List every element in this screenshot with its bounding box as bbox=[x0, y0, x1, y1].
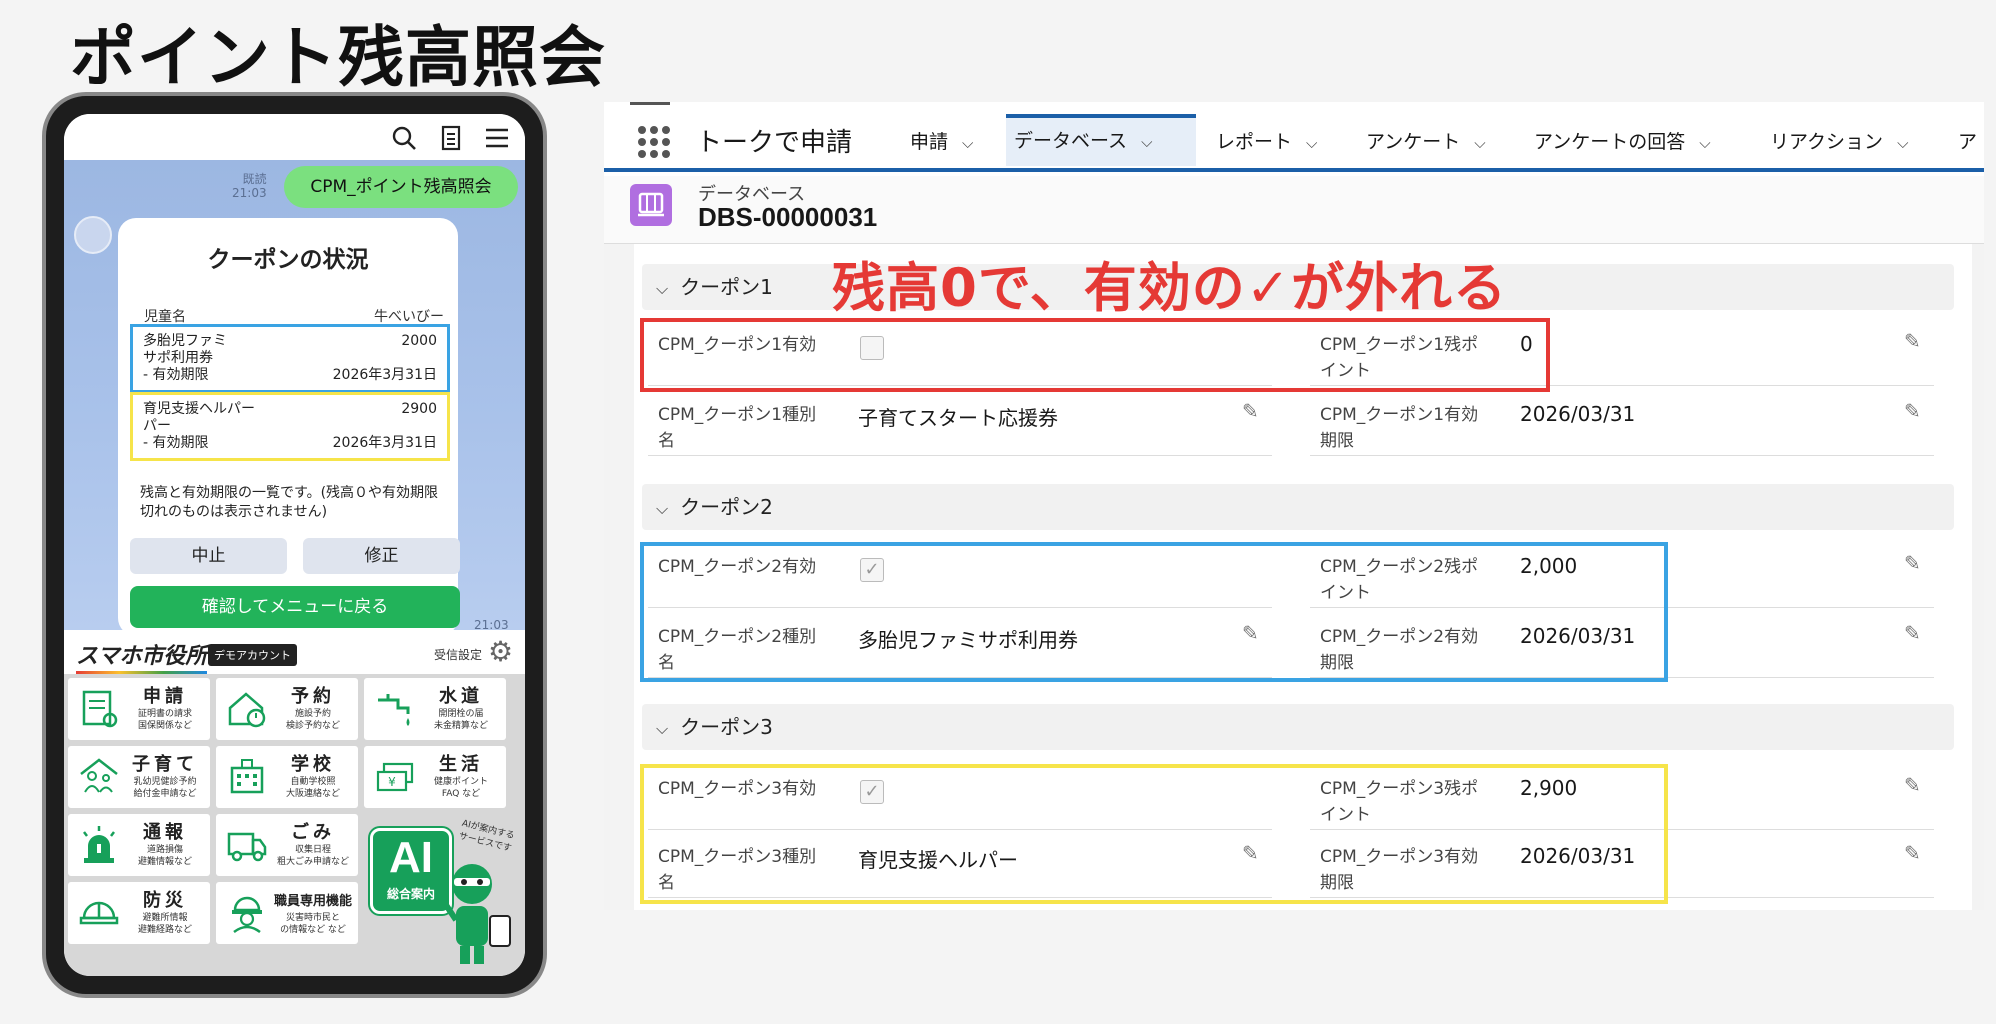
field-coupon2-balance: CPM_クーポン2残ポイント 2,000 ✎ bbox=[1310, 544, 1934, 608]
confirm-return-button[interactable]: 確認してメニューに戻る bbox=[130, 586, 460, 628]
receive-settings-label[interactable]: 受信設定 bbox=[434, 646, 482, 663]
nav-tab-survey-responses[interactable]: アンケートの回答 ⌵ bbox=[1526, 116, 1719, 168]
record-header: データベース DBS-00000031 bbox=[604, 176, 1984, 244]
read-timestamp: 既読 21:03 bbox=[232, 172, 267, 200]
field-coupon1-active: CPM_クーポン1有効 bbox=[648, 322, 1272, 386]
edit-pencil-icon[interactable]: ✎ bbox=[1904, 400, 1926, 422]
chevron-down-icon: ⌵ bbox=[1474, 134, 1486, 152]
field-coupon3-balance: CPM_クーポン3残ポイント 2,900 ✎ bbox=[1310, 766, 1934, 830]
smartphone-frame: 既読 21:03 CPM_ポイント残高照会 クーポンの状況 児童名 牛べいびー 多… bbox=[42, 92, 547, 998]
ai-guide-caption: AIが案内する サービスです bbox=[457, 818, 516, 855]
edit-pencil-icon[interactable]: ✎ bbox=[1242, 622, 1264, 644]
menu-tile-childcare[interactable]: 子育て 乳幼児健診予約 給付金申請など bbox=[68, 746, 210, 808]
ai-guide-tile[interactable]: AI 総合案内 AIが案内する サービスです bbox=[370, 810, 520, 970]
chevron-down-icon: ⌵ bbox=[1141, 133, 1153, 151]
nav-tab-reaction[interactable]: リアクション ⌵ bbox=[1762, 116, 1916, 168]
demo-account-badge: デモアカウント bbox=[208, 644, 297, 666]
field-coupon2-expiry: CPM_クーポン2有効期限 2026/03/31 ✎ bbox=[1310, 614, 1934, 678]
chevron-down-icon: ⌵ bbox=[1306, 134, 1318, 152]
menu-tile-garbage[interactable]: ごみ 収集日程 粗大ごみ申請など bbox=[216, 814, 358, 876]
field-coupon1-type: CPM_クーポン1種別名 子育てスタート応援券 ✎ bbox=[648, 392, 1272, 456]
line-header bbox=[64, 114, 525, 160]
chat-area: 既読 21:03 CPM_ポイント残高照会 クーポンの状況 児童名 牛べいびー 多… bbox=[64, 160, 525, 636]
nav-tab-report[interactable]: レポート ⌵ bbox=[1208, 116, 1325, 168]
card-note: 残高と有効期限の一覧です。(残高０や有効期限切れのものは表示されません) bbox=[140, 485, 439, 520]
coupon-status-card: クーポンの状況 児童名 牛べいびー 多胎児ファミ 2000 サポ利用券 - 有効期… bbox=[118, 218, 460, 636]
document-icon bbox=[78, 688, 120, 730]
bot-avatar bbox=[74, 216, 112, 254]
edit-pencil-icon[interactable]: ✎ bbox=[1904, 622, 1926, 644]
coupon-item-1: 多胎児ファミ 2000 サポ利用券 - 有効期限 2026年3月31日 bbox=[130, 324, 450, 393]
field-coupon1-expiry: CPM_クーポン1有効期限 2026/03/31 ✎ bbox=[1310, 392, 1934, 456]
school-icon bbox=[226, 756, 268, 798]
worker-icon bbox=[226, 892, 268, 934]
cancel-button[interactable]: 中止 bbox=[130, 538, 287, 574]
edit-pencil-icon[interactable]: ✎ bbox=[1904, 552, 1926, 574]
money-icon: ¥ bbox=[374, 756, 416, 798]
hamburger-menu-icon[interactable] bbox=[482, 124, 512, 152]
section-coupon-3[interactable]: ⌵ クーポン3 bbox=[642, 704, 1954, 750]
family-icon bbox=[78, 756, 120, 798]
nav-tab-survey[interactable]: アンケート ⌵ bbox=[1358, 116, 1494, 168]
edit-pencil-icon[interactable]: ✎ bbox=[1242, 842, 1264, 864]
menu-tile-application[interactable]: 申請 証明書の請求 国保関係など bbox=[68, 678, 210, 740]
svg-text:¥: ¥ bbox=[388, 775, 396, 789]
app-launcher-icon[interactable] bbox=[638, 126, 670, 158]
field-coupon2-active: CPM_クーポン2有効 ✓ bbox=[648, 544, 1272, 608]
menu-tile-disaster[interactable]: 防災 避難所情報 避難経路など bbox=[68, 882, 210, 944]
gear-icon[interactable]: ⚙ bbox=[488, 638, 516, 666]
field-coupon1-balance: CPM_クーポン1残ポイント 0 ✎ bbox=[1310, 322, 1934, 386]
menu-tile-life[interactable]: ¥ 生活 健康ポイント FAQ など bbox=[364, 746, 506, 808]
nav-tab-more[interactable]: ア bbox=[1950, 116, 1985, 168]
card-title: クーポンの状況 bbox=[207, 247, 369, 273]
edit-pencil-icon[interactable]: ✎ bbox=[1904, 330, 1926, 352]
menu-tile-school[interactable]: 学校 自動学校照 大阪連絡など bbox=[216, 746, 358, 808]
faucet-icon bbox=[374, 688, 416, 730]
record-name: DBS-00000031 bbox=[698, 202, 878, 232]
database-record-icon bbox=[630, 184, 672, 226]
menu-tile-report[interactable]: 通報 道路損傷 避難情報など bbox=[68, 814, 210, 876]
field-coupon2-type: CPM_クーポン2種別名 多胎児ファミサポ利用券 ✎ bbox=[648, 614, 1272, 678]
child-name-row: 児童名 牛べいびー bbox=[144, 309, 444, 325]
alert-light-icon bbox=[78, 824, 120, 866]
menu-tile-staff[interactable]: 職員専用機能 災害時市民と の情報など など bbox=[216, 882, 358, 944]
municipality-logo: スマホ市役所 bbox=[76, 638, 208, 674]
chevron-down-icon: ⌵ bbox=[1699, 134, 1711, 152]
house-clock-icon bbox=[226, 688, 268, 730]
checkbox-unchecked[interactable] bbox=[860, 336, 884, 360]
app-navigation-bar: トークで申請 申請 ⌵ データベース ⌵ レポート ⌵ アンケート ⌵ アンケートの回答… bbox=[604, 102, 1984, 172]
edit-pencil-icon[interactable]: ✎ bbox=[1904, 774, 1926, 796]
field-coupon3-expiry: CPM_クーポン3有効期限 2026/03/31 ✎ bbox=[1310, 834, 1934, 898]
field-coupon3-type: CPM_クーポン3種別名 育児支援ヘルパー ✎ bbox=[648, 834, 1272, 898]
chevron-down-icon: ⌵ bbox=[656, 279, 669, 298]
annotation-text: 残高0で、有効の✓が外れる bbox=[832, 258, 1508, 319]
edit-pencil-icon[interactable]: ✎ bbox=[1242, 400, 1264, 422]
edit-pencil-icon[interactable]: ✎ bbox=[1904, 842, 1926, 864]
chevron-down-icon: ⌵ bbox=[656, 499, 669, 518]
user-message-bubble: CPM_ポイント残高照会 bbox=[284, 166, 518, 208]
mascot-icon bbox=[441, 864, 511, 964]
checkbox-checked[interactable]: ✓ bbox=[860, 558, 884, 582]
rich-menu: 申請 証明書の請求 国保関係など 予約 施設予約 検診予約など 水道 開閉栓の届… bbox=[64, 674, 525, 976]
checkbox-checked[interactable]: ✓ bbox=[860, 780, 884, 804]
menu-tile-reservation[interactable]: 予約 施設予約 検診予約など bbox=[216, 678, 358, 740]
menu-tile-water[interactable]: 水道 開閉栓の届 未金精算など bbox=[364, 678, 506, 740]
section-coupon-2[interactable]: ⌵ クーポン2 bbox=[642, 484, 1954, 530]
phone-screen: 既読 21:03 CPM_ポイント残高照会 クーポンの状況 児童名 牛べいびー 多… bbox=[64, 114, 525, 976]
chevron-down-icon: ⌵ bbox=[656, 719, 669, 738]
edit-button[interactable]: 修正 bbox=[303, 538, 460, 574]
document-icon[interactable] bbox=[436, 124, 466, 152]
chevron-down-icon: ⌵ bbox=[962, 134, 974, 152]
page-title: ポイント残高照会 bbox=[70, 19, 606, 96]
app-name: トークで申請 bbox=[696, 128, 853, 158]
nav-tab-database[interactable]: データベース ⌵ bbox=[1006, 114, 1196, 166]
nav-tab-application[interactable]: 申請 ⌵ bbox=[902, 116, 981, 168]
field-coupon3-active: CPM_クーポン3有効 ✓ bbox=[648, 766, 1272, 830]
municipality-bar: スマホ市役所 デモアカウント 受信設定 ⚙ bbox=[64, 630, 525, 674]
helmet-icon bbox=[78, 892, 120, 934]
coupon-item-2: 育児支援ヘルパー 2900 パー - 有効期限 2026年3月31日 bbox=[130, 392, 450, 461]
truck-icon bbox=[226, 824, 268, 866]
chevron-down-icon: ⌵ bbox=[1897, 134, 1909, 152]
search-icon[interactable] bbox=[390, 124, 420, 152]
